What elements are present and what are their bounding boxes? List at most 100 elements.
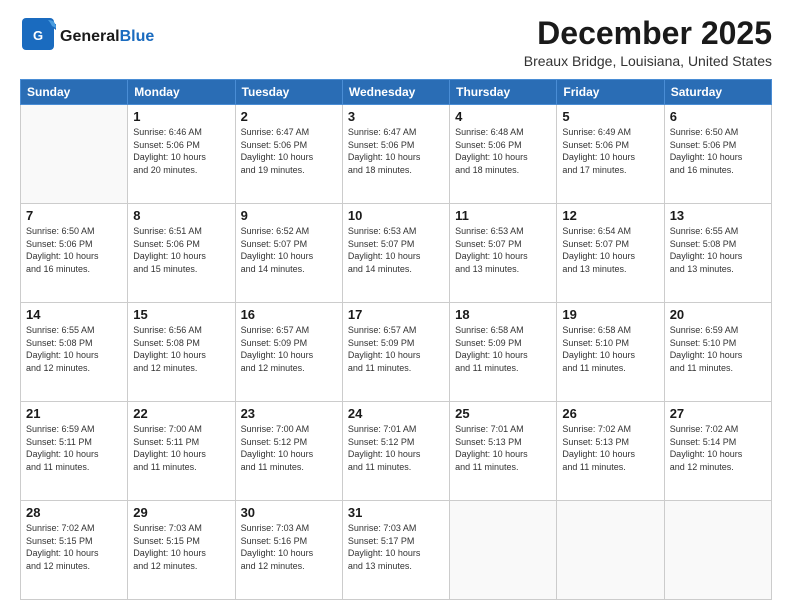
day-number: 3 bbox=[348, 109, 444, 124]
day-number: 27 bbox=[670, 406, 766, 421]
table-cell: 25 Sunrise: 7:01 AM Sunset: 5:13 PM Dayli… bbox=[450, 402, 557, 501]
logo-general: General bbox=[60, 28, 120, 45]
day-number: 21 bbox=[26, 406, 122, 421]
table-cell: 21Sunrise: 6:59 AM Sunset: 5:11 PM Dayli… bbox=[21, 402, 128, 501]
table-cell bbox=[21, 105, 128, 204]
day-number: 5 bbox=[562, 109, 658, 124]
day-number: 18 bbox=[455, 307, 551, 322]
table-cell: 3 Sunrise: 6:47 AM Sunset: 5:06 PM Daylig… bbox=[342, 105, 449, 204]
table-cell: 10 Sunrise: 6:53 AM Sunset: 5:07 PM Dayli… bbox=[342, 204, 449, 303]
col-thursday: Thursday bbox=[450, 80, 557, 105]
day-number: 13 bbox=[670, 208, 766, 223]
day-number: 23 bbox=[241, 406, 337, 421]
table-cell: 31Sunrise: 7:03 AM Sunset: 5:17 PM Dayli… bbox=[342, 501, 449, 600]
week-row-4: 21Sunrise: 6:59 AM Sunset: 5:11 PM Dayli… bbox=[21, 402, 772, 501]
day-info: Sunrise: 6:47 AM Sunset: 5:06 PM Dayligh… bbox=[348, 126, 444, 176]
col-tuesday: Tuesday bbox=[235, 80, 342, 105]
day-number: 6 bbox=[670, 109, 766, 124]
day-info: Sunrise: 6:51 AM Sunset: 5:06 PM Dayligh… bbox=[133, 225, 229, 275]
day-number: 10 bbox=[348, 208, 444, 223]
table-cell: 15 Sunrise: 6:56 AM Sunset: 5:08 PM Dayli… bbox=[128, 303, 235, 402]
calendar-table: Sunday Monday Tuesday Wednesday Thursday… bbox=[20, 79, 772, 600]
header: G GeneralBlue December 2025 Breaux Bridg… bbox=[20, 16, 772, 69]
day-info: Sunrise: 6:53 AM Sunset: 5:07 PM Dayligh… bbox=[348, 225, 444, 275]
day-number: 8 bbox=[133, 208, 229, 223]
day-info: Sunrise: 6:57 AM Sunset: 5:09 PM Dayligh… bbox=[241, 324, 337, 374]
table-cell: 8 Sunrise: 6:51 AM Sunset: 5:06 PM Daylig… bbox=[128, 204, 235, 303]
day-number: 24 bbox=[348, 406, 444, 421]
table-cell: 26Sunrise: 7:02 AM Sunset: 5:13 PM Dayli… bbox=[557, 402, 664, 501]
table-cell bbox=[557, 501, 664, 600]
day-number: 15 bbox=[133, 307, 229, 322]
col-sunday: Sunday bbox=[21, 80, 128, 105]
table-cell: 17 Sunrise: 6:57 AM Sunset: 5:09 PM Dayli… bbox=[342, 303, 449, 402]
week-row-5: 28 Sunrise: 7:02 AM Sunset: 5:15 PM Dayli… bbox=[21, 501, 772, 600]
table-cell: 29 Sunrise: 7:03 AM Sunset: 5:15 PM Dayli… bbox=[128, 501, 235, 600]
table-cell: 27Sunrise: 7:02 AM Sunset: 5:14 PM Dayli… bbox=[664, 402, 771, 501]
table-cell: 20Sunrise: 6:59 AM Sunset: 5:10 PM Dayli… bbox=[664, 303, 771, 402]
table-cell: 4 Sunrise: 6:48 AM Sunset: 5:06 PM Daylig… bbox=[450, 105, 557, 204]
svg-text:G: G bbox=[33, 28, 43, 43]
day-info: Sunrise: 6:53 AM Sunset: 5:07 PM Dayligh… bbox=[455, 225, 551, 275]
week-row-1: 1 Sunrise: 6:46 AM Sunset: 5:06 PM Daylig… bbox=[21, 105, 772, 204]
table-cell: 11 Sunrise: 6:53 AM Sunset: 5:07 PM Dayli… bbox=[450, 204, 557, 303]
day-info: Sunrise: 7:03 AM Sunset: 5:17 PM Dayligh… bbox=[348, 522, 444, 572]
table-cell: 30 Sunrise: 7:03 AM Sunset: 5:16 PM Dayli… bbox=[235, 501, 342, 600]
col-wednesday: Wednesday bbox=[342, 80, 449, 105]
day-number: 25 bbox=[455, 406, 551, 421]
table-cell: 18Sunrise: 6:58 AM Sunset: 5:09 PM Dayli… bbox=[450, 303, 557, 402]
day-info: Sunrise: 6:54 AM Sunset: 5:07 PM Dayligh… bbox=[562, 225, 658, 275]
table-cell bbox=[664, 501, 771, 600]
day-info: Sunrise: 6:50 AM Sunset: 5:06 PM Dayligh… bbox=[26, 225, 122, 275]
table-cell: 28 Sunrise: 7:02 AM Sunset: 5:15 PM Dayli… bbox=[21, 501, 128, 600]
week-row-2: 7 Sunrise: 6:50 AM Sunset: 5:06 PM Daylig… bbox=[21, 204, 772, 303]
table-cell: 12 Sunrise: 6:54 AM Sunset: 5:07 PM Dayli… bbox=[557, 204, 664, 303]
day-number: 30 bbox=[241, 505, 337, 520]
day-number: 1 bbox=[133, 109, 229, 124]
day-number: 22 bbox=[133, 406, 229, 421]
day-number: 28 bbox=[26, 505, 122, 520]
logo-blue: Blue bbox=[120, 28, 155, 45]
logo-icon: G bbox=[20, 16, 56, 57]
location: Breaux Bridge, Louisiana, United States bbox=[524, 53, 772, 69]
day-info: Sunrise: 6:56 AM Sunset: 5:08 PM Dayligh… bbox=[133, 324, 229, 374]
table-cell: 14 Sunrise: 6:55 AM Sunset: 5:08 PM Dayli… bbox=[21, 303, 128, 402]
day-info: Sunrise: 6:57 AM Sunset: 5:09 PM Dayligh… bbox=[348, 324, 444, 374]
table-cell: 24 Sunrise: 7:01 AM Sunset: 5:12 PM Dayli… bbox=[342, 402, 449, 501]
day-info: Sunrise: 7:01 AM Sunset: 5:13 PM Dayligh… bbox=[455, 423, 551, 473]
day-number: 11 bbox=[455, 208, 551, 223]
day-info: Sunrise: 7:03 AM Sunset: 5:15 PM Dayligh… bbox=[133, 522, 229, 572]
table-cell: 6Sunrise: 6:50 AM Sunset: 5:06 PM Daylig… bbox=[664, 105, 771, 204]
col-saturday: Saturday bbox=[664, 80, 771, 105]
table-cell: 2 Sunrise: 6:47 AM Sunset: 5:06 PM Daylig… bbox=[235, 105, 342, 204]
day-number: 9 bbox=[241, 208, 337, 223]
day-info: Sunrise: 6:46 AM Sunset: 5:06 PM Dayligh… bbox=[133, 126, 229, 176]
day-number: 7 bbox=[26, 208, 122, 223]
table-cell: 9Sunrise: 6:52 AM Sunset: 5:07 PM Daylig… bbox=[235, 204, 342, 303]
col-monday: Monday bbox=[128, 80, 235, 105]
day-info: Sunrise: 7:02 AM Sunset: 5:15 PM Dayligh… bbox=[26, 522, 122, 572]
table-cell: 1 Sunrise: 6:46 AM Sunset: 5:06 PM Daylig… bbox=[128, 105, 235, 204]
day-info: Sunrise: 6:58 AM Sunset: 5:10 PM Dayligh… bbox=[562, 324, 658, 374]
day-info: Sunrise: 6:55 AM Sunset: 5:08 PM Dayligh… bbox=[26, 324, 122, 374]
logo-text: GeneralBlue bbox=[60, 28, 154, 46]
day-number: 29 bbox=[133, 505, 229, 520]
day-info: Sunrise: 7:03 AM Sunset: 5:16 PM Dayligh… bbox=[241, 522, 337, 572]
day-info: Sunrise: 6:49 AM Sunset: 5:06 PM Dayligh… bbox=[562, 126, 658, 176]
day-number: 17 bbox=[348, 307, 444, 322]
day-info: Sunrise: 6:47 AM Sunset: 5:06 PM Dayligh… bbox=[241, 126, 337, 176]
week-row-3: 14 Sunrise: 6:55 AM Sunset: 5:08 PM Dayli… bbox=[21, 303, 772, 402]
day-info: Sunrise: 7:00 AM Sunset: 5:12 PM Dayligh… bbox=[241, 423, 337, 473]
calendar-header-row: Sunday Monday Tuesday Wednesday Thursday… bbox=[21, 80, 772, 105]
day-number: 2 bbox=[241, 109, 337, 124]
table-cell: 7 Sunrise: 6:50 AM Sunset: 5:06 PM Daylig… bbox=[21, 204, 128, 303]
day-info: Sunrise: 6:55 AM Sunset: 5:08 PM Dayligh… bbox=[670, 225, 766, 275]
logo: G GeneralBlue bbox=[20, 16, 154, 57]
day-number: 14 bbox=[26, 307, 122, 322]
day-number: 4 bbox=[455, 109, 551, 124]
day-info: Sunrise: 7:01 AM Sunset: 5:12 PM Dayligh… bbox=[348, 423, 444, 473]
table-cell: 19Sunrise: 6:58 AM Sunset: 5:10 PM Dayli… bbox=[557, 303, 664, 402]
day-info: Sunrise: 6:48 AM Sunset: 5:06 PM Dayligh… bbox=[455, 126, 551, 176]
day-number: 12 bbox=[562, 208, 658, 223]
table-cell: 16Sunrise: 6:57 AM Sunset: 5:09 PM Dayli… bbox=[235, 303, 342, 402]
